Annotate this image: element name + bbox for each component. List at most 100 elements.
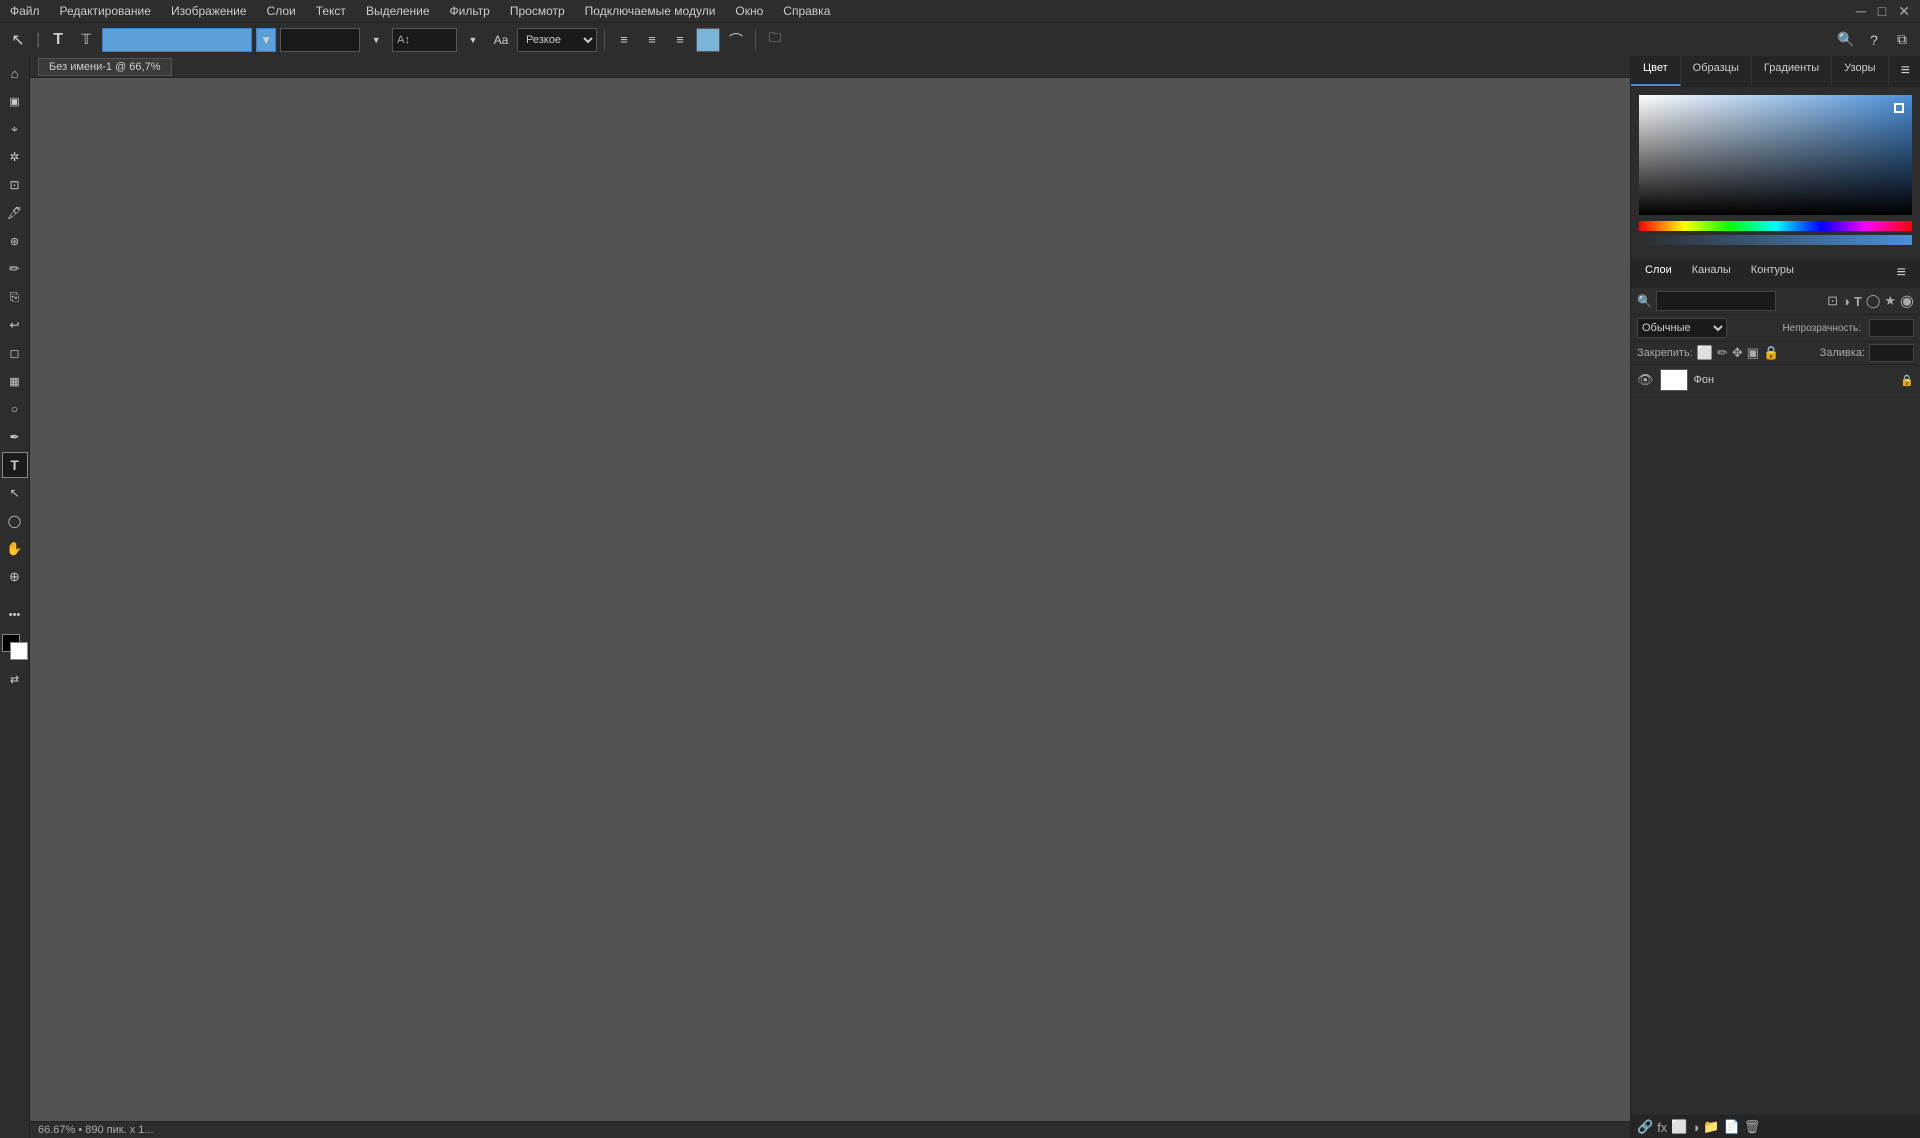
font-style-dropdown[interactable]: ▼	[364, 28, 388, 52]
text-tool-btn[interactable]: T	[46, 28, 70, 52]
sharpness-select[interactable]: Резкое	[517, 28, 597, 52]
layers-search-input[interactable]: Слои	[1656, 291, 1776, 311]
close-btn[interactable]: ✕	[1894, 1, 1914, 22]
history-brush-tool[interactable]: ↩	[2, 312, 28, 338]
menu-layers[interactable]: Слои	[263, 2, 300, 20]
color-gradient-area[interactable]	[1639, 95, 1912, 215]
font-size-dropdown[interactable]: ▼	[461, 28, 485, 52]
magic-wand-tool[interactable]: ✲	[2, 144, 28, 170]
align-right-btn[interactable]: ≡	[668, 28, 692, 52]
menu-plugins[interactable]: Подключаемые модули	[581, 2, 720, 20]
tab-swatches[interactable]: Образцы	[1681, 56, 1752, 86]
menu-edit[interactable]: Редактирование	[56, 2, 155, 20]
case-toggle-btn[interactable]: Aa	[489, 28, 513, 52]
menu-file[interactable]: Файл	[6, 2, 44, 20]
lock-position-btn[interactable]: ✥	[1732, 345, 1743, 361]
shape-tool[interactable]: ◯	[2, 508, 28, 534]
gradient-tool[interactable]: ▦	[2, 368, 28, 394]
layer-effects-btn[interactable]: fx	[1657, 1120, 1667, 1135]
layers-panel-menu-btn[interactable]: ≡	[1887, 259, 1916, 287]
font-dropdown-btn[interactable]: ▼	[256, 28, 276, 52]
blend-mode-select[interactable]: Обычные	[1637, 318, 1727, 338]
align-left-btn[interactable]: ≡	[612, 28, 636, 52]
layer-row-bg[interactable]: 👁 Фон 🔒	[1631, 365, 1920, 396]
menu-text[interactable]: Текст	[312, 2, 350, 20]
warp-text-btn[interactable]: ⌒	[724, 28, 748, 52]
filter-adjust-btn[interactable]: ◑	[1842, 294, 1850, 309]
tab-gradients[interactable]: Градиенты	[1752, 56, 1832, 86]
tab-patterns[interactable]: Узоры	[1832, 56, 1888, 86]
opacity-input[interactable]: 100%	[1869, 319, 1914, 337]
menu-select[interactable]: Выделение	[362, 2, 434, 20]
panel-collapse-btn[interactable]: ≡	[1889, 56, 1920, 86]
menu-image[interactable]: Изображение	[167, 2, 251, 20]
align-center-btn[interactable]: ≡	[640, 28, 664, 52]
fill-input[interactable]: 100%	[1869, 344, 1914, 362]
color-picker	[1631, 87, 1920, 259]
link-layers-btn[interactable]: 🔗	[1637, 1119, 1653, 1135]
help-btn[interactable]: ?	[1862, 28, 1886, 52]
group-layers-btn[interactable]: 📁	[1703, 1119, 1719, 1135]
search-btn[interactable]: 🔍	[1834, 28, 1858, 52]
layer-visibility-icon[interactable]: 👁	[1637, 372, 1654, 388]
filter-pixel-btn[interactable]: ⊡	[1827, 293, 1838, 309]
text-tool[interactable]: T	[2, 452, 28, 478]
text-orient-btn[interactable]: 𝕋	[74, 28, 98, 52]
hand-tool[interactable]: ✋	[2, 536, 28, 562]
toolbar-sep-1	[604, 30, 605, 50]
lock-artboard-btn[interactable]: ▣	[1747, 345, 1759, 361]
marquee-tool[interactable]: ▣	[2, 88, 28, 114]
lock-transparent-btn[interactable]: ⬜	[1697, 345, 1713, 361]
tab-color[interactable]: Цвет	[1631, 56, 1681, 86]
eyedropper-tool[interactable]: 🖋	[2, 200, 28, 226]
minimize-btn[interactable]: ─	[1852, 1, 1870, 22]
file-tab[interactable]: Без имени-1 @ 66,7%	[38, 58, 172, 76]
menu-filter[interactable]: Фильтр	[446, 2, 494, 20]
clone-stamp-tool[interactable]: ⎘	[2, 284, 28, 310]
maximize-btn[interactable]: □	[1874, 1, 1890, 22]
lock-pixels-btn[interactable]: ✏	[1717, 345, 1728, 361]
lock-all-btn[interactable]: 🔒	[1763, 345, 1779, 361]
crop-tool[interactable]: ⊡	[2, 172, 28, 198]
filter-smart-btn[interactable]: ★	[1884, 293, 1896, 309]
layers-filter-bar: 🔍 Слои ⊡ ◑ T ◯ ★ ◉	[1631, 288, 1920, 315]
zoom-tool[interactable]: ⊕	[2, 564, 28, 590]
tab-channels[interactable]: Каналы	[1682, 259, 1741, 287]
font-name-input[interactable]: Christmas Cherrio	[102, 28, 252, 52]
menu-view[interactable]: Просмотр	[506, 2, 569, 20]
main-toolbar: ↖ | T 𝕋 Christmas Cherrio ▼ Regular ▼ A↕…	[0, 22, 1920, 56]
main-area: ⌂ ▣ ⌖ ✲ ⊡ 🖋 ⊛ ✏ ⎘ ↩ ◻ ▦ ○ ✒ T ↖ ◯ ✋ ⊕ ••…	[0, 56, 1920, 1138]
more-tools-btn[interactable]: •••	[2, 602, 28, 628]
fg-color-swatch[interactable]	[2, 634, 28, 660]
tab-paths[interactable]: Контуры	[1741, 259, 1804, 287]
text-color-swatch[interactable]	[696, 28, 720, 52]
tab-layers[interactable]: Слои	[1635, 259, 1682, 287]
home-tool[interactable]: ⌂	[2, 60, 28, 86]
character-panel-btn[interactable]: 🗀	[763, 28, 787, 52]
eraser-tool[interactable]: ◻	[2, 340, 28, 366]
new-layer-btn[interactable]: 📄	[1724, 1119, 1740, 1135]
lasso-tool[interactable]: ⌖	[2, 116, 28, 142]
arrange-btn[interactable]: ⧉	[1890, 28, 1914, 52]
pen-tool[interactable]: ✒	[2, 424, 28, 450]
spot-heal-tool[interactable]: ⊛	[2, 228, 28, 254]
path-select-tool[interactable]: ↖	[2, 480, 28, 506]
filter-shape-btn[interactable]: ◯	[1866, 293, 1881, 309]
hue-slider[interactable]	[1639, 221, 1912, 231]
switch-colors-btn[interactable]: ⇄	[2, 666, 28, 692]
dodge-tool[interactable]: ○	[2, 396, 28, 422]
move-tool-btn[interactable]: ↖	[6, 28, 30, 52]
menu-window[interactable]: Окно	[731, 2, 767, 20]
adjustment-layer-btn[interactable]: ◑	[1692, 1120, 1700, 1135]
font-style-input[interactable]: Regular	[280, 28, 360, 52]
alpha-slider[interactable]	[1639, 235, 1912, 245]
filter-toggle-btn[interactable]: ◉	[1900, 291, 1914, 311]
font-size-input[interactable]: 18 пт	[412, 34, 452, 46]
brush-tool[interactable]: ✏	[2, 256, 28, 282]
menu-help[interactable]: Справка	[779, 2, 834, 20]
fill-label: Заливка:	[1820, 347, 1865, 359]
filter-text-btn[interactable]: T	[1854, 294, 1862, 309]
toolbar-sep-2	[755, 30, 756, 50]
delete-layer-btn[interactable]: 🗑	[1744, 1119, 1761, 1135]
layer-mask-btn[interactable]: ⬜	[1671, 1119, 1687, 1135]
